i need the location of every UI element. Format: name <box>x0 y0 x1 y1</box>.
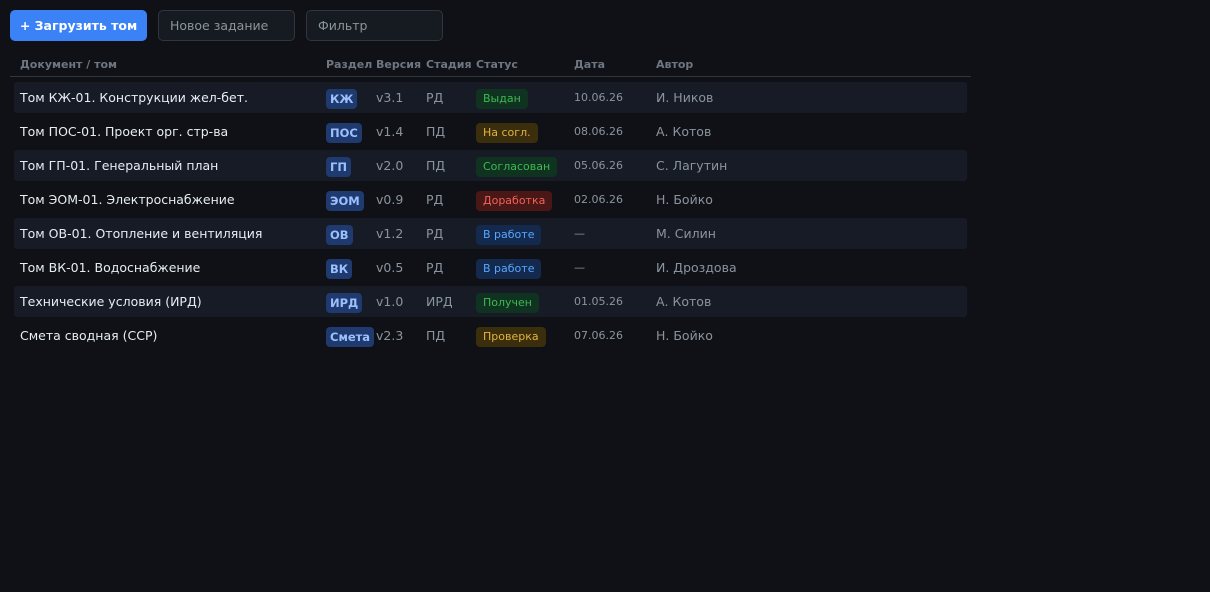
author-value: Н. Бойко <box>656 328 713 343</box>
version-value: v1.4 <box>376 124 404 139</box>
doc-title[interactable]: Том ГП-01. Генеральный план <box>20 150 218 181</box>
section-badge: ОВ <box>326 224 353 245</box>
date-value: 07.06.26 <box>574 329 623 342</box>
header-stage[interactable]: Стадия <box>426 57 472 73</box>
section-badge: ГП <box>326 156 351 177</box>
table-row[interactable]: Том КЖ-01. Конструкции жел-бет. КЖ v3.1 РД В… <box>14 82 967 113</box>
version-value: v2.0 <box>376 158 404 173</box>
version-value: v2.3 <box>376 328 404 343</box>
section-cell: ЭОМ <box>326 184 364 215</box>
table-row[interactable]: Смета сводная (ССР) Смета v2.3 ПД Проверка 07… <box>14 320 967 351</box>
doc-title[interactable]: Том ОВ-01. Отопление и вентиляция <box>20 218 262 249</box>
section-badge: КЖ <box>326 88 358 109</box>
stage-value: РД <box>426 192 444 207</box>
status-badge: Проверка <box>476 326 546 347</box>
section-badge: Смета <box>326 326 375 347</box>
header-version[interactable]: Версия <box>376 57 421 73</box>
section-cell: ГП <box>326 150 351 181</box>
status-badge: Получен <box>476 292 540 313</box>
section-badge: ПОС <box>326 122 362 143</box>
date-value: 08.06.26 <box>574 125 623 138</box>
table-row[interactable]: Том ОВ-01. Отопление и вентиляция ОВ v1.2 Р… <box>14 218 967 249</box>
date-value: — <box>574 227 585 240</box>
filter-input[interactable] <box>306 10 443 41</box>
documents-table: Документ / том Раздел Версия Стадия Стат… <box>10 57 971 351</box>
date-value: 05.06.26 <box>574 159 623 172</box>
status-cell: В работе <box>476 218 542 249</box>
stage-value: ПД <box>426 328 446 343</box>
header-status[interactable]: Статус <box>476 57 518 73</box>
date-value: 01.05.26 <box>574 295 623 308</box>
status-cell: Согласован <box>476 150 558 181</box>
doc-title[interactable]: Смета сводная (ССР) <box>20 320 157 351</box>
version-value: v3.1 <box>376 90 404 105</box>
status-badge: Выдан <box>476 88 528 109</box>
author-value: А. Котов <box>656 294 712 309</box>
section-cell: ВК <box>326 252 353 283</box>
author-value: И. Дроздова <box>656 260 737 275</box>
doc-title[interactable]: Том КЖ-01. Конструкции жел-бет. <box>20 82 248 113</box>
new-task-input[interactable] <box>158 10 295 41</box>
table-row[interactable]: Том ГП-01. Генеральный план ГП v2.0 ПД Согла… <box>14 150 967 181</box>
table-header: Документ / том Раздел Версия Стадия Стат… <box>10 57 971 77</box>
header-doc[interactable]: Документ / том <box>20 57 117 73</box>
status-cell: Доработка <box>476 184 553 215</box>
section-cell: ИРД <box>326 286 363 317</box>
doc-title[interactable]: Том ВК-01. Водоснабжение <box>20 252 200 283</box>
status-badge: Согласован <box>476 156 558 177</box>
status-cell: Проверка <box>476 320 546 351</box>
author-value: Н. Бойко <box>656 192 713 207</box>
author-value: А. Котов <box>656 124 712 139</box>
upload-volume-button[interactable]: + Загрузить том <box>10 10 147 41</box>
doc-title[interactable]: Технические условия (ИРД) <box>20 286 202 317</box>
date-value: 10.06.26 <box>574 91 623 104</box>
author-value: М. Силин <box>656 226 716 241</box>
stage-value: ПД <box>426 158 446 173</box>
status-cell: В работе <box>476 252 542 283</box>
toolbar: + Загрузить том <box>10 10 443 41</box>
stage-value: РД <box>426 90 444 105</box>
stage-value: РД <box>426 226 444 241</box>
version-value: v0.5 <box>376 260 404 275</box>
status-cell: Выдан <box>476 82 528 113</box>
table-row[interactable]: Технические условия (ИРД) ИРД v1.0 ИРД Получ… <box>14 286 967 317</box>
status-badge: Доработка <box>476 190 553 211</box>
section-badge: ВК <box>326 258 353 279</box>
status-badge: В работе <box>476 258 542 279</box>
table-row[interactable]: Том ВК-01. Водоснабжение ВК v0.5 РД В работе… <box>14 252 967 283</box>
status-cell: Получен <box>476 286 540 317</box>
header-date[interactable]: Дата <box>574 57 605 73</box>
status-badge: В работе <box>476 224 542 245</box>
section-cell: Смета <box>326 320 375 351</box>
stage-value: ПД <box>426 124 446 139</box>
date-value: — <box>574 261 585 274</box>
version-value: v1.2 <box>376 226 404 241</box>
doc-title[interactable]: Том ПОС-01. Проект орг. стр-ва <box>20 116 228 147</box>
section-cell: КЖ <box>326 82 358 113</box>
stage-value: ИРД <box>426 294 453 309</box>
header-author[interactable]: Автор <box>656 57 693 73</box>
author-value: С. Лагутин <box>656 158 728 173</box>
header-section[interactable]: Раздел <box>326 57 372 73</box>
doc-title[interactable]: Том ЭОМ-01. Электроснабжение <box>20 184 235 215</box>
status-badge: На согл. <box>476 122 538 143</box>
status-cell: На согл. <box>476 116 538 147</box>
table-row[interactable]: Том ЭОМ-01. Электроснабжение ЭОМ v0.9 РД Дор… <box>14 184 967 215</box>
section-cell: ОВ <box>326 218 353 249</box>
author-value: И. Ников <box>656 90 714 105</box>
table-row[interactable]: Том ПОС-01. Проект орг. стр-ва ПОС v1.4 ПД Н… <box>14 116 967 147</box>
stage-value: РД <box>426 260 444 275</box>
section-badge: ИРД <box>326 292 363 313</box>
section-cell: ПОС <box>326 116 362 147</box>
table-body: Том КЖ-01. Конструкции жел-бет. КЖ v3.1 РД В… <box>14 77 971 351</box>
version-value: v0.9 <box>376 192 404 207</box>
version-value: v1.0 <box>376 294 404 309</box>
date-value: 02.06.26 <box>574 193 623 206</box>
section-badge: ЭОМ <box>326 190 364 211</box>
